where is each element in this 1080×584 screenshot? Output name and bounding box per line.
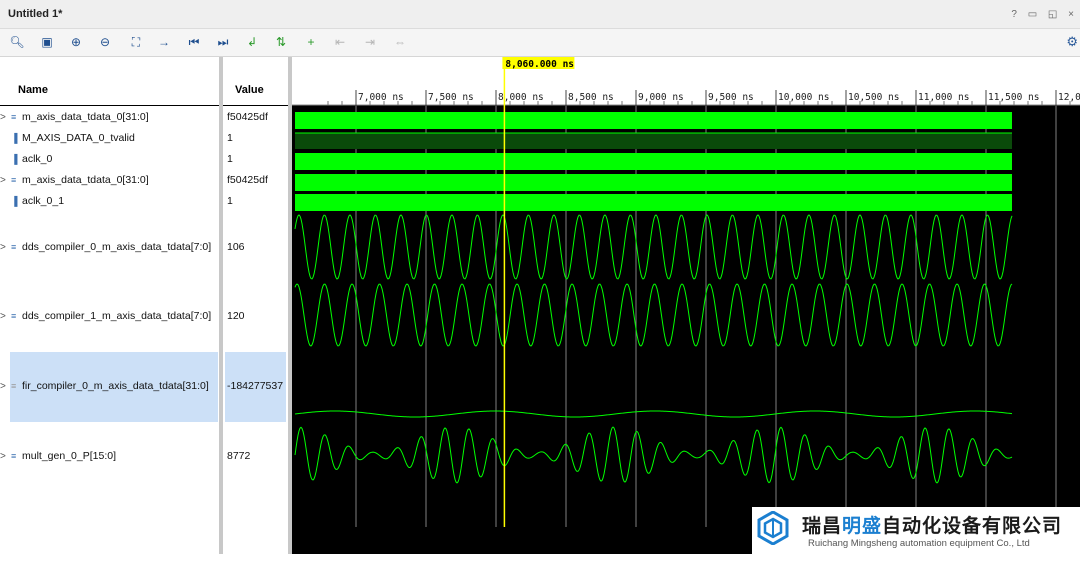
bus-wave bbox=[295, 112, 1012, 129]
company-name-en: Ruichang Mingsheng automation equipment … bbox=[808, 538, 1030, 549]
company-name-cn: 瑞昌明盛自动化设备有限公司 bbox=[802, 516, 1063, 537]
wire-icon: ▐ bbox=[11, 154, 18, 164]
toolbar: 🔍︎ ▣ ⊕ ⊖ ⛶ → ⏮︎ ⏭︎ ↲ ⇅ + ⇤ ⇥ ⇔ ⚙ bbox=[0, 29, 1080, 57]
zoom-in-icon[interactable]: ⊕ bbox=[67, 33, 85, 51]
signal-row[interactable]: > ≡ m_axis_data_tdata_0[31:0] bbox=[0, 174, 219, 186]
signal-row[interactable]: > ≡ dds_compiler_0_m_axis_data_tdata[7:0] bbox=[0, 241, 219, 253]
next-edge-icon[interactable]: ⇥ bbox=[361, 33, 379, 51]
range-icon[interactable]: ⇔ bbox=[391, 33, 409, 51]
bus-icon: ≡ bbox=[11, 242, 17, 252]
window-title: Untitled 1* bbox=[8, 8, 63, 20]
company-watermark: 瑞昌明盛自动化设备有限公司 Ruichang Mingsheng automat… bbox=[752, 507, 1080, 554]
signal-value: 1 bbox=[227, 195, 233, 207]
window-controls[interactable]: ? ▭ ◱ × bbox=[1011, 9, 1078, 20]
name-header-label: Name bbox=[18, 84, 48, 96]
wire-icon: ▐ bbox=[11, 133, 18, 143]
signal-value: 120 bbox=[227, 310, 245, 322]
signal-row[interactable]: ▐ aclk_0 bbox=[0, 153, 219, 165]
tick-label: 7,000 ns bbox=[358, 92, 404, 103]
signal-value: f50425df bbox=[227, 174, 268, 186]
signal-name: m_axis_data_tdata_0[31:0] bbox=[22, 111, 149, 123]
bus-wave bbox=[295, 174, 1012, 191]
signal-name: m_axis_data_tdata_0[31:0] bbox=[22, 174, 149, 186]
signal-value: 106 bbox=[227, 241, 245, 253]
add-marker-icon[interactable]: ↲ bbox=[243, 33, 261, 51]
signal-row[interactable]: > ≡ fir_compiler_0_m_axis_data_tdata[31:0] bbox=[0, 380, 219, 392]
signal-row[interactable]: > ≡ mult_gen_0_P[15:0] bbox=[0, 450, 219, 462]
zoom-out-icon[interactable]: ⊖ bbox=[96, 33, 114, 51]
cursor-icon[interactable]: → bbox=[155, 33, 173, 51]
search-icon[interactable]: 🔍︎ bbox=[8, 33, 26, 51]
go-last-icon[interactable]: ⏭︎ bbox=[214, 33, 232, 51]
tick-label: 9,000 ns bbox=[638, 92, 684, 103]
tick-label: 9,500 ns bbox=[708, 92, 754, 103]
signal-name: aclk_0_1 bbox=[22, 195, 65, 207]
zoom-fit-icon[interactable]: ⛶ bbox=[127, 33, 145, 51]
tick-label: 8,500 ns bbox=[568, 92, 614, 103]
name-column: > ≡ m_axis_data_tdata_0[31:0] ▐ M_AXIS_DATA… bbox=[0, 106, 219, 584]
tick-label: 11,000 ns bbox=[918, 92, 969, 103]
signal-value: 8772 bbox=[227, 450, 251, 462]
bus-icon: ≡ bbox=[11, 112, 17, 122]
signal-value: f50425df bbox=[227, 111, 268, 123]
signal-name: M_AXIS_DATA_0_tvalid bbox=[22, 132, 135, 144]
signal-row[interactable]: > ≡ dds_compiler_1_m_axis_data_tdata[7:0] bbox=[0, 310, 219, 322]
signal-value: 1 bbox=[227, 132, 233, 144]
tick-label: 12,0 bbox=[1058, 92, 1080, 103]
signal-name: mult_gen_0_P[15:0] bbox=[22, 450, 116, 462]
waveform-svg: 7,000 ns 7,500 ns 8,000 ns 8,500 ns 9,000 ns… bbox=[292, 57, 1080, 554]
signal-value: -184277537 bbox=[227, 380, 284, 392]
tick-label: 11,500 ns bbox=[988, 92, 1039, 103]
bus-icon: ≡ bbox=[11, 451, 17, 461]
bus-icon: ≡ bbox=[11, 381, 17, 391]
signal-name: fir_compiler_0_m_axis_data_tdata[31:0] bbox=[22, 380, 209, 392]
company-logo-icon bbox=[757, 511, 789, 545]
bus-icon: ≡ bbox=[11, 311, 17, 321]
name-column-header[interactable]: Name bbox=[0, 57, 219, 105]
signal-row[interactable]: ▐ M_AXIS_DATA_0_tvalid bbox=[0, 132, 219, 144]
bus-icon: ≡ bbox=[11, 175, 17, 185]
signal-row[interactable]: ▐ aclk_0_1 bbox=[0, 195, 219, 207]
settings-icon[interactable]: ⚙ bbox=[1066, 34, 1078, 50]
signal-name: dds_compiler_0_m_axis_data_tdata[7:0] bbox=[22, 241, 212, 253]
prev-edge-icon[interactable]: ⇤ bbox=[331, 33, 349, 51]
tick-label: 7,500 ns bbox=[428, 92, 474, 103]
signal-name: dds_compiler_1_m_axis_data_tdata[7:0] bbox=[22, 310, 212, 322]
tick-label: 10,500 ns bbox=[848, 92, 899, 103]
cursor-time-label: 8,060.000 ns bbox=[505, 59, 574, 70]
value-header-label: Value bbox=[235, 84, 264, 96]
tick-label: 10,000 ns bbox=[778, 92, 829, 103]
wire-wave bbox=[295, 133, 1012, 149]
waveform-canvas[interactable]: 7,000 ns 7,500 ns 8,000 ns 8,500 ns 9,000 ns… bbox=[292, 57, 1080, 554]
signal-name: aclk_0 bbox=[22, 153, 53, 165]
value-column-header[interactable]: Value bbox=[223, 57, 288, 105]
save-icon[interactable]: ▣ bbox=[38, 33, 56, 51]
go-first-icon[interactable]: ⏮︎ bbox=[185, 33, 203, 51]
swap-icon[interactable]: ⇅ bbox=[272, 33, 290, 51]
clock-wave bbox=[295, 153, 1012, 170]
signal-panel: Name Value > ≡ m_axis_data_tdata_0[31:0] ▐… bbox=[0, 57, 292, 584]
signal-row[interactable]: > ≡ m_axis_data_tdata_0[31:0] bbox=[0, 111, 219, 123]
add-icon[interactable]: + bbox=[302, 33, 320, 51]
value-column: f50425df 1 1 f50425df 1 106 120 -1842775… bbox=[223, 106, 288, 584]
signal-value: 1 bbox=[227, 153, 233, 165]
wire-icon: ▐ bbox=[11, 196, 18, 206]
window-titlebar: Untitled 1* ? ▭ ◱ × bbox=[0, 0, 1080, 29]
clock-wave bbox=[295, 194, 1012, 211]
